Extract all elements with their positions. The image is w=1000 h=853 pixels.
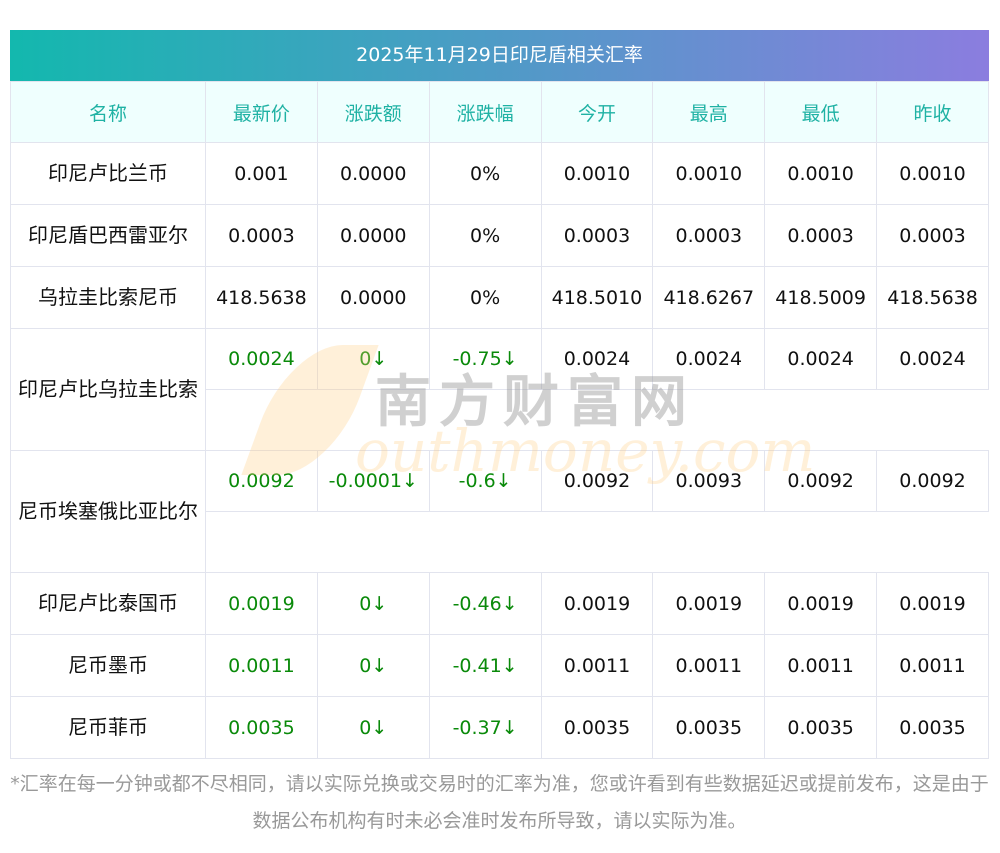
- rate-cell: -0.46↓: [428, 572, 542, 635]
- rate-cell: 0.0019: [540, 572, 654, 635]
- currency-name: 尼币埃塞俄比亚比尔: [10, 450, 206, 573]
- rate-cell: 0↓: [316, 328, 430, 390]
- rate-cell: 0↓: [316, 572, 430, 635]
- table-title: 2025年11月29日印尼盾相关汇率: [10, 30, 989, 81]
- rate-cell: 0.0035: [876, 696, 989, 759]
- rate-cell: 0%: [428, 204, 542, 267]
- currency-name: 尼币菲币: [10, 696, 206, 759]
- empty-cell: [205, 511, 989, 573]
- rate-cell: 0.0035: [540, 696, 654, 759]
- currency-name: 印尼盾巴西雷亚尔: [10, 204, 206, 267]
- table-row: 印尼盾巴西雷亚尔 0.0003 0.0000 0% 0.0003 0.0003 0.0003…: [10, 204, 989, 267]
- rate-cell: -0.37↓: [428, 696, 542, 759]
- rate-cell: 0↓: [316, 696, 430, 759]
- rate-cell: 0.0011: [876, 634, 989, 697]
- rate-cell: 0.0024: [876, 328, 989, 390]
- table-row: 尼币墨币 0.0011 0↓ -0.41↓ 0.0011 0.0011 0.0011 0.00…: [10, 634, 989, 697]
- rate-cell: 0.0000: [316, 142, 430, 205]
- table-row: 印尼卢比乌拉圭比索 0.0024 0↓ -0.75↓ 0.0024 0.0024 0.002…: [10, 328, 989, 451]
- rate-cell: 0.0010: [540, 142, 654, 205]
- rate-cell: 418.5010: [540, 266, 654, 329]
- rate-cell: -0.41↓: [428, 634, 542, 697]
- rate-table: 名称 最新价 涨跌额 涨跌幅 今开 最高 最低 昨收 印尼卢比兰币 0.001 0.0000 0% 0…: [10, 81, 989, 759]
- rate-cell: 0.0024: [652, 328, 766, 390]
- rate-cell: 0.0003: [764, 204, 878, 267]
- table-row: 印尼卢比泰国币 0.0019 0↓ -0.46↓ 0.0019 0.0019 0.0019 0…: [10, 572, 989, 635]
- rate-cell: 0.0092: [205, 450, 318, 512]
- column-header: 涨跌额: [316, 81, 430, 143]
- table-row: 尼币菲币 0.0035 0↓ -0.37↓ 0.0035 0.0035 0.0035 0.00…: [10, 696, 989, 759]
- rate-cell: 0.0019: [876, 572, 989, 635]
- table-header-row: 名称 最新价 涨跌额 涨跌幅 今开 最高 最低 昨收: [10, 81, 989, 143]
- rate-cell: 0.0003: [540, 204, 654, 267]
- rate-cell: 0.0092: [540, 450, 654, 512]
- rate-cell: 0.0010: [764, 142, 878, 205]
- rate-cell: 0.0003: [205, 204, 318, 267]
- rate-cell: 0.0003: [876, 204, 989, 267]
- rate-cell: 0.0011: [540, 634, 654, 697]
- rate-cell: 0%: [428, 266, 542, 329]
- rate-cell: 0.0019: [764, 572, 878, 635]
- rate-cell: 0.0000: [316, 266, 430, 329]
- rate-cell: 0.0010: [876, 142, 989, 205]
- rate-table-container: 2025年11月29日印尼盾相关汇率 名称 最新价 涨跌额 涨跌幅 今开 最高 最低 昨收 印…: [10, 30, 989, 759]
- rate-cell: 0.0035: [205, 696, 318, 759]
- column-header: 昨收: [876, 81, 989, 143]
- rate-cell: 418.6267: [652, 266, 766, 329]
- currency-name: 乌拉圭比索尼币: [10, 266, 206, 329]
- rate-cell: 0.0003: [652, 204, 766, 267]
- rate-cell: 0.0024: [205, 328, 318, 390]
- column-header: 名称: [10, 81, 206, 143]
- rate-cell: 0.0019: [652, 572, 766, 635]
- rate-cell: 0.0000: [316, 204, 430, 267]
- currency-name: 尼币墨币: [10, 634, 206, 697]
- disclaimer-note: *汇率在每一分钟或都不尽相同，请以实际兑换或交易时的汇率为准，您或许看到有些数据…: [10, 773, 989, 832]
- rate-cell: 0.0092: [876, 450, 989, 512]
- rate-cell: 0.0035: [652, 696, 766, 759]
- rate-cell: -0.6↓: [428, 450, 542, 512]
- rate-cell: -0.75↓: [428, 328, 542, 390]
- rate-cell: 0.0093: [652, 450, 766, 512]
- rate-cell: 0.0019: [205, 572, 318, 635]
- rate-cell: 0.0024: [764, 328, 878, 390]
- table-row: 尼币埃塞俄比亚比尔 0.0092 -0.0001↓ -0.6↓ 0.0092 0.0093…: [10, 450, 989, 573]
- column-header: 今开: [540, 81, 654, 143]
- rate-cell: 0.0011: [652, 634, 766, 697]
- rate-cell: 0.0024: [540, 328, 654, 390]
- currency-name: 印尼卢比乌拉圭比索: [10, 328, 206, 451]
- currency-name: 印尼卢比泰国币: [10, 572, 206, 635]
- column-header: 最低: [764, 81, 878, 143]
- rate-cell: 418.5638: [876, 266, 989, 329]
- rate-cell: 0%: [428, 142, 542, 205]
- column-header: 最高: [652, 81, 766, 143]
- empty-cell: [205, 389, 989, 451]
- rate-cell: 0.0010: [652, 142, 766, 205]
- currency-name: 印尼卢比兰币: [10, 142, 206, 205]
- column-header: 最新价: [205, 81, 318, 143]
- column-header: 涨跌幅: [428, 81, 542, 143]
- rate-cell: 418.5009: [764, 266, 878, 329]
- rate-cell: -0.0001↓: [316, 450, 430, 512]
- table-row: 乌拉圭比索尼币 418.5638 0.0000 0% 418.5010 418.6267 4…: [10, 266, 989, 329]
- table-row: 印尼卢比兰币 0.001 0.0000 0% 0.0010 0.0010 0.0010 0.0…: [10, 142, 989, 205]
- rate-cell: 0↓: [316, 634, 430, 697]
- rate-cell: 418.5638: [205, 266, 318, 329]
- rate-cell: 0.0011: [764, 634, 878, 697]
- rate-cell: 0.0092: [764, 450, 878, 512]
- rate-cell: 0.001: [205, 142, 318, 205]
- rate-cell: 0.0035: [764, 696, 878, 759]
- rate-cell: 0.0011: [205, 634, 318, 697]
